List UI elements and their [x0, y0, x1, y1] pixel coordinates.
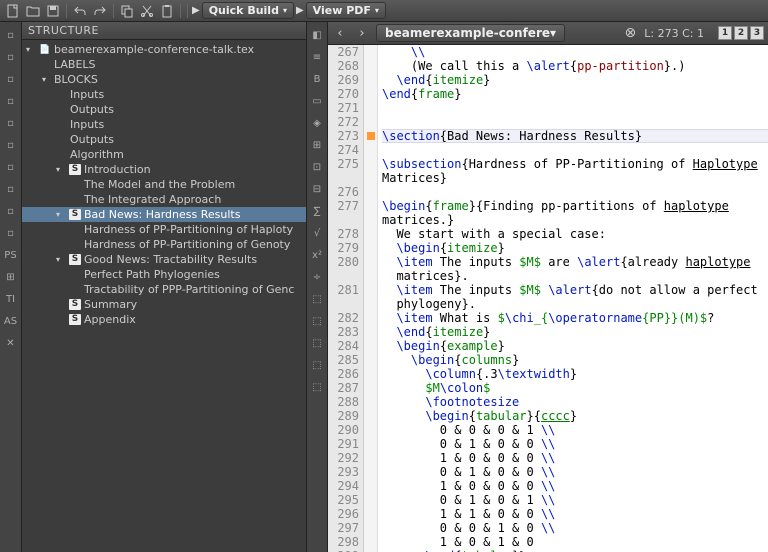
tree-item[interactable]: Hardness of PP-Partitioning of Haploty — [22, 222, 306, 237]
code-text[interactable]: \\ (We call this a \alert{pp-partition}.… — [378, 45, 768, 552]
tool-icon-9[interactable]: ▫ — [1, 201, 20, 221]
structure-tree: ▾📄beamerexample-conference-talk.tex LABE… — [22, 40, 306, 552]
tree-item[interactable]: Hardness of PP-Partitioning of Genoty — [22, 237, 306, 252]
tree-labels[interactable]: LABELS — [22, 57, 306, 72]
mid-icon-2[interactable]: ≡ — [308, 47, 326, 67]
redo-icon[interactable] — [91, 2, 109, 20]
file-dropdown[interactable]: beamerexample-confere▾ — [376, 24, 565, 42]
tree-item[interactable]: Perfect Path Phylogenies — [22, 267, 306, 282]
main-toolbar: ▶ Quick Build▾ ▶ View PDF▾ — [0, 0, 768, 22]
tool-icon-5[interactable]: ▫ — [1, 113, 20, 133]
mid-icon-15[interactable]: ⬚ — [308, 333, 326, 353]
paste-icon[interactable] — [158, 2, 176, 20]
cursor-position: L: 273 C: 1 — [644, 27, 704, 40]
tool-icon-8[interactable]: ▫ — [1, 179, 20, 199]
mid-icon-13[interactable]: ⬚ — [308, 289, 326, 309]
open-file-icon[interactable] — [24, 2, 42, 20]
nav-fwd-icon[interactable]: › — [354, 26, 370, 41]
view-pdf-button[interactable]: View PDF▾ — [306, 2, 386, 19]
mid-icon-17[interactable]: ⬚ — [308, 377, 326, 397]
tool-icon-6[interactable]: ▫ — [1, 135, 20, 155]
tool-icon-ti[interactable]: TI — [1, 289, 20, 309]
mid-icon-9[interactable]: ∑ — [308, 201, 326, 221]
mid-icon-14[interactable]: ⬚ — [308, 311, 326, 331]
structure-title: STRUCTURE — [22, 22, 306, 40]
tool-icon-2[interactable]: ▫ — [1, 47, 20, 67]
save-icon[interactable] — [44, 2, 62, 20]
page-box-2[interactable]: 2 — [734, 26, 748, 40]
cut-icon[interactable] — [138, 2, 156, 20]
new-file-icon[interactable] — [4, 2, 22, 20]
mid-icon-bar: ◧ ≡ B ▭ ◈ ⊞ ⊡ ⊟ ∑ √ x² ÷ ⬚ ⬚ ⬚ ⬚ ⬚ — [306, 22, 328, 552]
mid-icon-6[interactable]: ⊞ — [308, 135, 326, 155]
tree-section[interactable]: ▾SIntroduction — [22, 162, 306, 177]
left-icon-bar: ▫ ▫ ▫ ▫ ▫ ▫ ▫ ▫ ▫ ▫ PS ⊞ TI AS ✕ — [0, 22, 22, 552]
page-box-1[interactable]: 1 — [718, 26, 732, 40]
copy-icon[interactable] — [118, 2, 136, 20]
mid-icon-11[interactable]: x² — [308, 245, 326, 265]
tool-icon-x[interactable]: ✕ — [1, 333, 20, 353]
mid-icon-8[interactable]: ⊟ — [308, 179, 326, 199]
tree-item[interactable]: Algorithm — [22, 147, 306, 162]
tree-section[interactable]: SSummary — [22, 297, 306, 312]
mid-icon-3[interactable]: B — [308, 69, 326, 89]
tree-item[interactable]: Tractability of PPP-Partitioning of Genc — [22, 282, 306, 297]
tool-icon-3[interactable]: ▫ — [1, 69, 20, 89]
tree-item[interactable]: Inputs — [22, 87, 306, 102]
code-area[interactable]: 2672682692702712722732742752762772782792… — [328, 45, 768, 552]
tree-section[interactable]: ▾SGood News: Tractability Results — [22, 252, 306, 267]
mid-icon-16[interactable]: ⬚ — [308, 355, 326, 375]
tool-icon-ps[interactable]: PS — [1, 245, 20, 265]
run-icon-1[interactable]: ▶ — [192, 5, 200, 16]
tool-icon-10[interactable]: ▫ — [1, 223, 20, 243]
editor-panel: ‹ › beamerexample-confere▾ ⊗ L: 273 C: 1… — [328, 22, 768, 552]
tool-icon-1[interactable]: ▫ — [1, 25, 20, 45]
mid-icon-12[interactable]: ÷ — [308, 267, 326, 287]
tree-item[interactable]: The Model and the Problem — [22, 177, 306, 192]
tool-icon-mp[interactable]: ⊞ — [1, 267, 20, 287]
tree-item[interactable]: Outputs — [22, 132, 306, 147]
page-box-3[interactable]: 3 — [750, 26, 764, 40]
nav-back-icon[interactable]: ‹ — [332, 26, 348, 41]
page-boxes: 1 2 3 — [718, 26, 764, 40]
tree-root[interactable]: ▾📄beamerexample-conference-talk.tex — [22, 42, 306, 57]
tool-icon-4[interactable]: ▫ — [1, 91, 20, 111]
mid-icon-7[interactable]: ⊡ — [308, 157, 326, 177]
mid-icon-4[interactable]: ▭ — [308, 91, 326, 111]
tree-item[interactable]: The Integrated Approach — [22, 192, 306, 207]
mid-icon-5[interactable]: ◈ — [308, 113, 326, 133]
tool-icon-as[interactable]: AS — [1, 311, 20, 331]
run-icon-2[interactable]: ▶ — [296, 5, 304, 16]
quick-build-button[interactable]: Quick Build▾ — [202, 2, 294, 19]
bookmark-gutter — [364, 45, 378, 552]
mid-icon-10[interactable]: √ — [308, 223, 326, 243]
tree-section[interactable]: SAppendix — [22, 312, 306, 327]
tool-icon-7[interactable]: ▫ — [1, 157, 20, 177]
tree-section[interactable]: ▾SBad News: Hardness Results — [22, 207, 306, 222]
tree-blocks[interactable]: ▾BLOCKS — [22, 72, 306, 87]
editor-bar: ‹ › beamerexample-confere▾ ⊗ L: 273 C: 1… — [328, 22, 768, 45]
undo-icon[interactable] — [71, 2, 89, 20]
tree-item[interactable]: Outputs — [22, 102, 306, 117]
structure-panel: STRUCTURE ▾📄beamerexample-conference-tal… — [22, 22, 306, 552]
mid-icon-1[interactable]: ◧ — [308, 25, 326, 45]
tree-item[interactable]: Inputs — [22, 117, 306, 132]
close-tab-icon[interactable]: ⊗ — [625, 25, 637, 41]
line-gutter: 2672682692702712722732742752762772782792… — [328, 45, 364, 552]
